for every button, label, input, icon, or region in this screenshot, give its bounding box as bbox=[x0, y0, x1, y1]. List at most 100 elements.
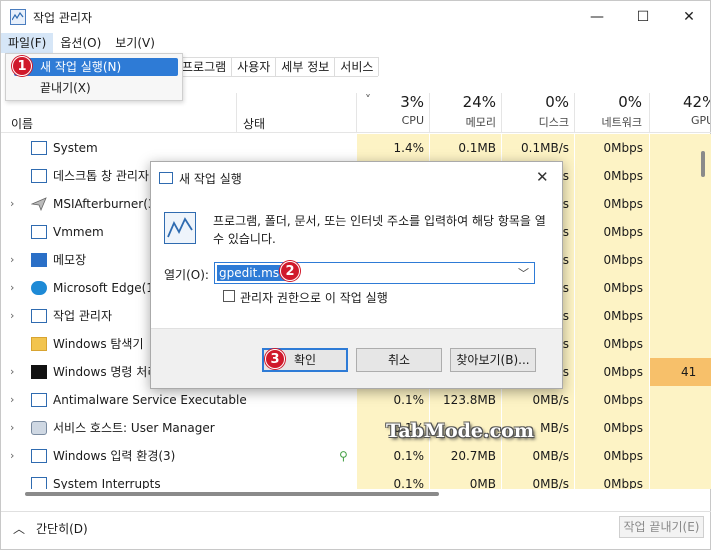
browse-button[interactable]: 찾아보기(B)... bbox=[450, 348, 536, 372]
tab-programs[interactable]: 프로그램 bbox=[176, 57, 233, 76]
expand-chevron-icon[interactable]: › bbox=[10, 358, 14, 386]
open-combobox[interactable]: gpedit.msc ﹀ bbox=[214, 262, 535, 284]
column-name[interactable]: 이름 bbox=[11, 115, 33, 132]
column-divider bbox=[574, 93, 575, 133]
process-gpu bbox=[681, 246, 711, 274]
vertical-scrollbar-thumb[interactable] bbox=[701, 151, 705, 177]
process-gpu bbox=[681, 330, 711, 358]
menu-bar: 파일(F) 옵션(O) 보기(V) bbox=[1, 33, 162, 53]
end-task-button[interactable]: 작업 끝내기(E) bbox=[619, 516, 704, 538]
expand-chevron-icon[interactable]: › bbox=[10, 274, 14, 302]
admin-checkbox[interactable] bbox=[223, 290, 235, 302]
admin-checkbox-label[interactable]: 관리자 권한으로 이 작업 실행 bbox=[240, 289, 388, 306]
process-cpu: 0.1% bbox=[393, 393, 425, 407]
close-button[interactable]: ✕ bbox=[666, 1, 711, 33]
folder-icon bbox=[31, 337, 47, 351]
cpu-total: 3% bbox=[400, 93, 424, 111]
expand-chevron-icon[interactable]: › bbox=[10, 442, 14, 470]
process-memory: 123.8MB bbox=[443, 393, 496, 407]
disk-label: 디스크 bbox=[538, 116, 569, 129]
column-memory[interactable]: 24% 메모리 bbox=[431, 89, 496, 133]
disk-total: 0% bbox=[545, 93, 569, 111]
watermark-logo: TabMode.com bbox=[386, 420, 534, 442]
horizontal-scrollbar[interactable] bbox=[15, 489, 698, 499]
process-disk: 0MB/s bbox=[532, 477, 569, 489]
menu-run-new-task[interactable]: 새 작업 실행(N) bbox=[14, 58, 178, 76]
plane-icon bbox=[30, 197, 47, 212]
window-icon bbox=[31, 477, 47, 489]
process-memory: 20.7MB bbox=[450, 449, 496, 463]
tab-users[interactable]: 사용자 bbox=[231, 57, 277, 76]
process-memory: 0.1MB bbox=[458, 141, 496, 155]
process-name: System bbox=[53, 141, 98, 155]
process-name: Windows 입력 환경(3) bbox=[53, 449, 176, 463]
process-network: 0Mbps bbox=[603, 393, 643, 407]
process-network: 0Mbps bbox=[603, 337, 643, 351]
expand-chevron-icon[interactable]: › bbox=[10, 246, 14, 274]
menu-exit[interactable]: 끝내기(X) bbox=[14, 79, 91, 97]
process-row[interactable]: › Windows 입력 환경(3) 0.1% 20.7MB 0MB/s 0Mbps ⚲ bbox=[1, 442, 711, 470]
step-badge-1: 1 bbox=[12, 56, 32, 76]
menu-options[interactable]: 옵션(O) bbox=[53, 33, 108, 53]
column-disk[interactable]: 0% 디스크 bbox=[501, 89, 569, 133]
process-row[interactable]: System Interrupts 0.1% 0MB 0MB/s 0Mbps bbox=[1, 470, 711, 489]
expand-chevron-icon[interactable]: › bbox=[10, 386, 14, 414]
gear-icon bbox=[31, 421, 47, 435]
menu-view[interactable]: 보기(V) bbox=[108, 33, 162, 53]
task-manager-icon bbox=[159, 172, 173, 184]
open-label: 열기(O): bbox=[164, 268, 209, 282]
chevron-down-icon[interactable]: ﹀ bbox=[518, 265, 529, 281]
expand-chevron-icon[interactable]: › bbox=[10, 302, 14, 330]
window-icon bbox=[31, 225, 47, 239]
dialog-description: 프로그램, 폴더, 문서, 또는 인터넷 주소를 입력하여 해당 항목을 열 수… bbox=[213, 214, 546, 246]
task-manager-icon bbox=[164, 212, 196, 244]
process-name: Antimalware Service Executable bbox=[53, 393, 247, 407]
column-network[interactable]: 0% 네트워크 bbox=[576, 89, 642, 133]
dialog-title: 새 작업 실행 bbox=[179, 172, 242, 186]
process-network: 0Mbps bbox=[603, 365, 643, 379]
process-gpu: 41 bbox=[681, 365, 697, 379]
scrollbar-thumb[interactable] bbox=[25, 492, 439, 496]
process-network: 0Mbps bbox=[603, 253, 643, 267]
expand-chevron-icon[interactable]: › bbox=[10, 414, 14, 442]
process-network: 0Mbps bbox=[603, 197, 643, 211]
process-network: 0Mbps bbox=[603, 449, 643, 463]
open-input-value[interactable]: gpedit.msc bbox=[217, 265, 288, 281]
expand-chevron-icon[interactable]: › bbox=[10, 190, 14, 218]
process-cpu: 0.1% bbox=[393, 477, 425, 489]
process-gpu bbox=[681, 134, 711, 162]
column-divider bbox=[429, 93, 430, 133]
process-row[interactable]: System 1.4% 0.1MB 0.1MB/s 0Mbps bbox=[1, 134, 711, 162]
tab-details[interactable]: 세부 정보 bbox=[275, 57, 336, 76]
file-menu-dropdown: 새 작업 실행(N) 끝내기(X) bbox=[5, 53, 183, 101]
column-status[interactable]: 상태 bbox=[243, 115, 265, 132]
process-row[interactable]: › Antimalware Service Executable 0.1% 123.8… bbox=[1, 386, 711, 414]
column-divider bbox=[501, 93, 502, 133]
tab-services[interactable]: 서비스 bbox=[334, 57, 380, 76]
edge-icon bbox=[31, 281, 47, 295]
chevron-up-icon[interactable]: ︿ bbox=[13, 520, 25, 537]
cpu-label: CPU bbox=[401, 114, 424, 127]
menu-file[interactable]: 파일(F) bbox=[1, 33, 54, 53]
maximize-button[interactable]: ☐ bbox=[620, 1, 666, 33]
network-total: 0% bbox=[618, 93, 642, 111]
gpu-label: GPU bbox=[691, 114, 710, 127]
process-network: 0Mbps bbox=[603, 309, 643, 323]
process-name: System Interrupts bbox=[53, 477, 161, 489]
title-bar: 작업 관리자 — ☐ ✕ bbox=[1, 1, 711, 33]
process-gpu bbox=[681, 218, 711, 246]
cancel-button[interactable]: 취소 bbox=[356, 348, 442, 372]
step-badge-3: 3 bbox=[265, 349, 285, 369]
run-new-task-dialog: 새 작업 실행 ✕ 프로그램, 폴더, 문서, 또는 인터넷 주소를 입력하여 … bbox=[150, 161, 563, 389]
process-name: 서비스 호스트: User Manager bbox=[53, 421, 215, 435]
cmd-icon bbox=[31, 365, 47, 379]
column-cpu[interactable]: 3% CPU bbox=[361, 89, 424, 133]
process-row[interactable]: › 서비스 호스트: User Manager 0.1% MB/s 0Mbps bbox=[1, 414, 711, 442]
fewer-details-button[interactable]: 간단히(D) bbox=[36, 520, 88, 537]
minimize-button[interactable]: — bbox=[574, 1, 620, 33]
column-gpu[interactable]: 42% GPU bbox=[651, 89, 710, 133]
process-gpu bbox=[681, 274, 711, 302]
dialog-close-button[interactable]: ✕ bbox=[536, 168, 549, 186]
process-memory: 0MB bbox=[469, 477, 496, 489]
process-gpu bbox=[681, 190, 711, 218]
